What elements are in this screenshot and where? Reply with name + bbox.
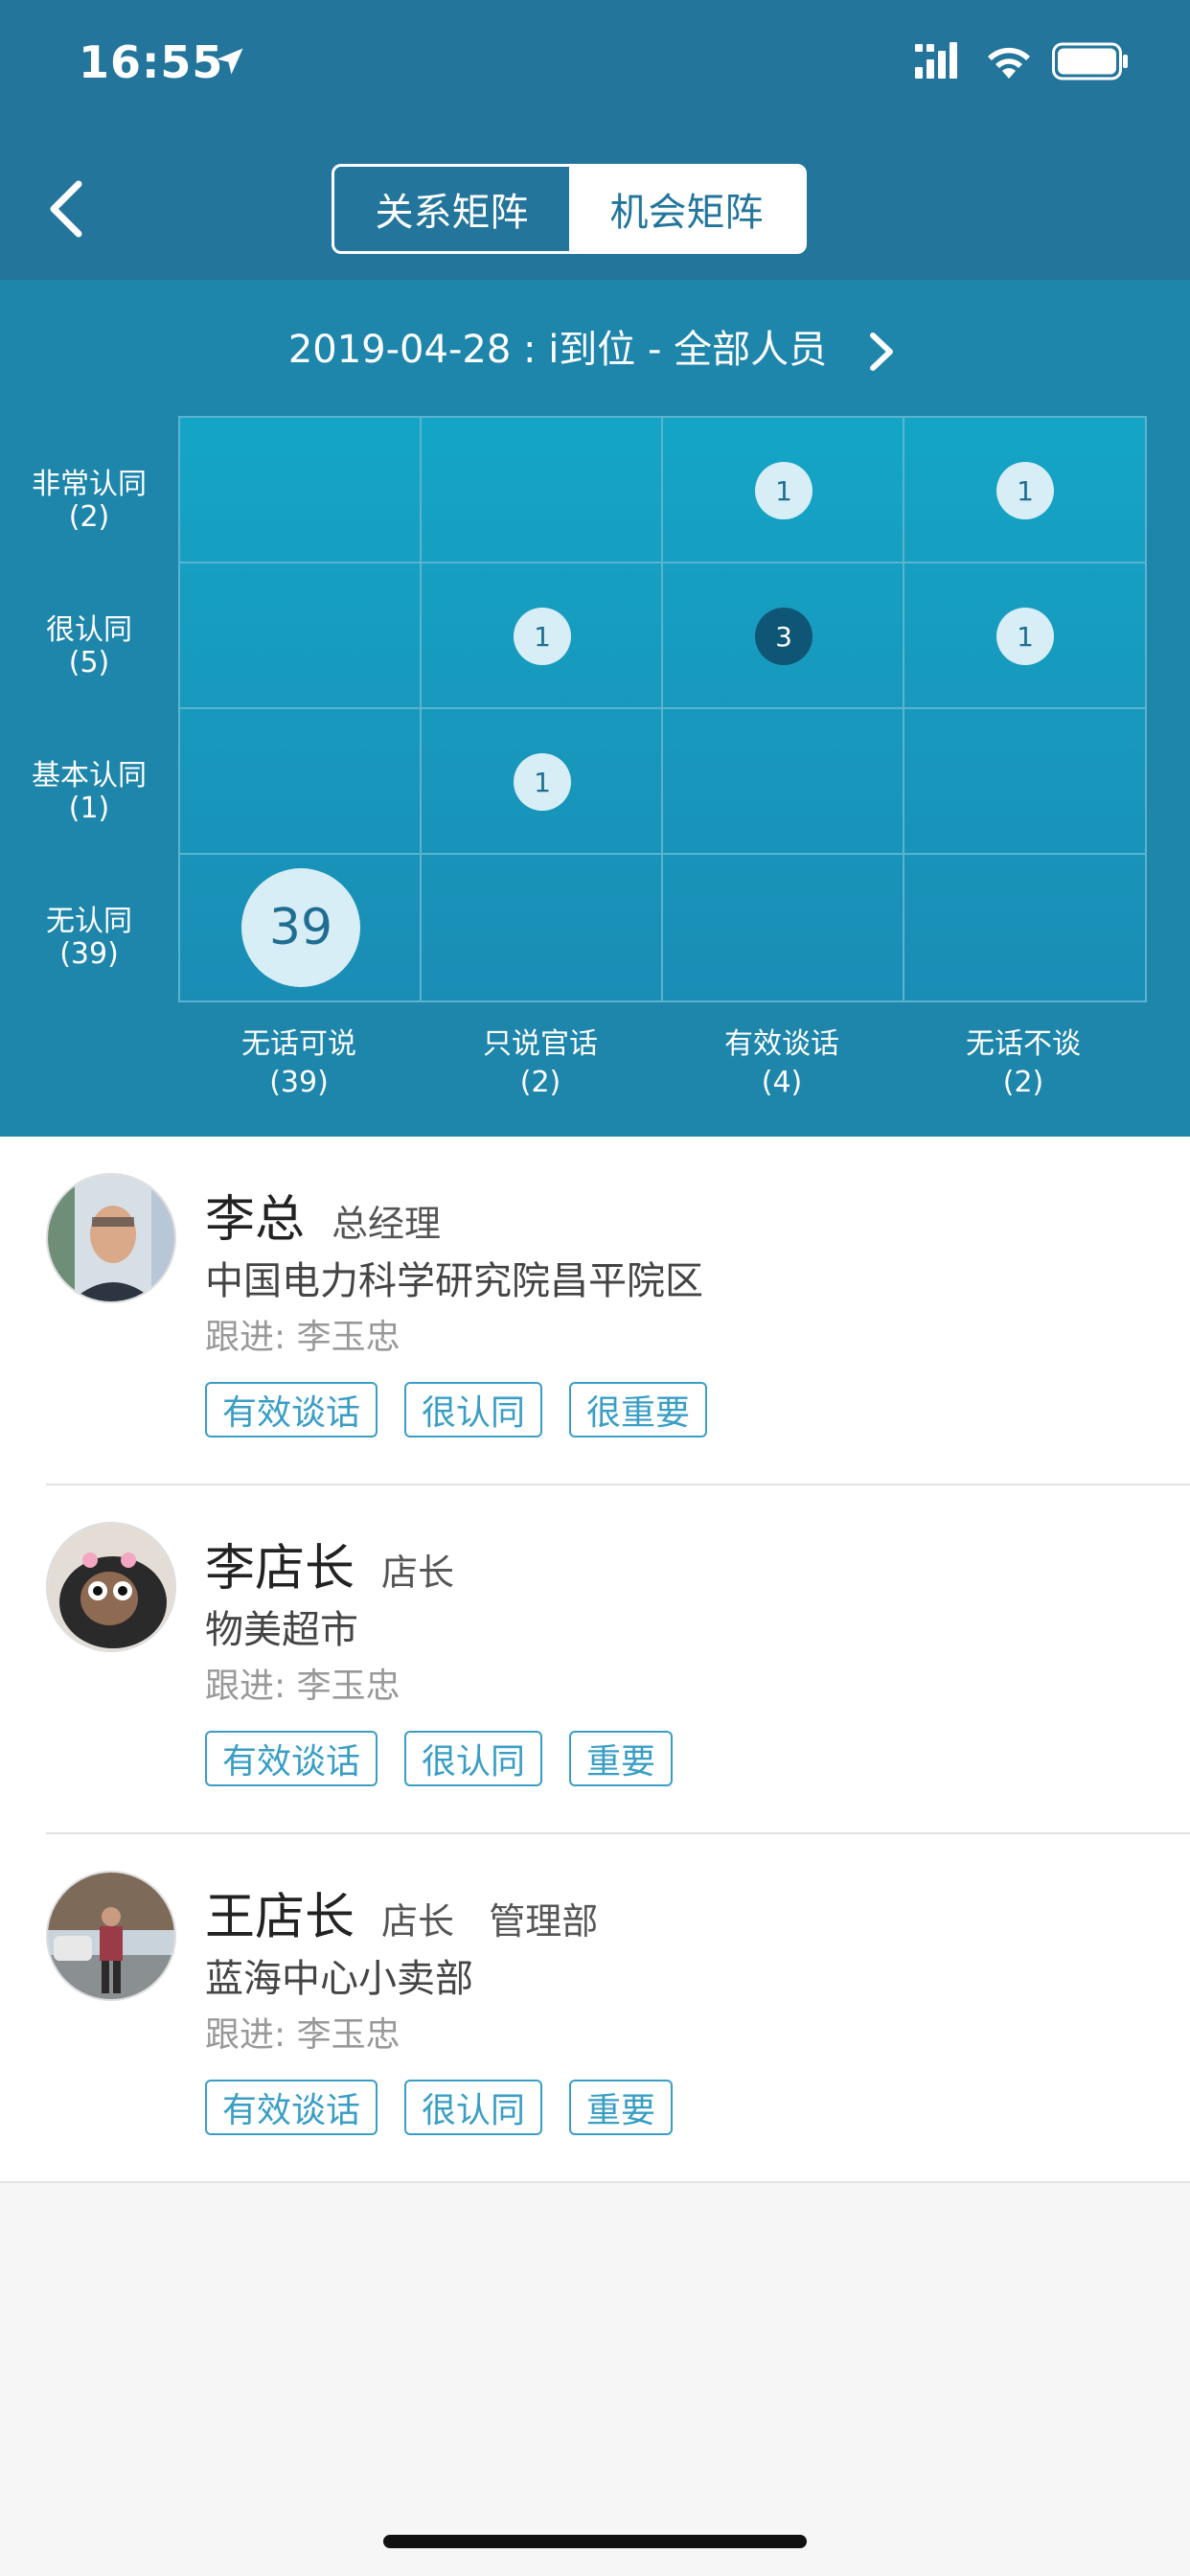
tag[interactable]: 很认同: [404, 2080, 543, 2135]
list-item[interactable]: 李店长 店长 物美超市 跟进: 李玉忠 有效谈话 很认同 重要: [0, 1485, 1190, 1834]
location-arrow-icon: [217, 48, 243, 75]
divider: [0, 2181, 1190, 2183]
column-label-count: (2): [1002, 1066, 1044, 1099]
row-label-count: (2): [68, 500, 110, 534]
status-time: 16:55: [79, 36, 224, 88]
person-photo-icon: [48, 1175, 174, 1301]
tag[interactable]: 很认同: [404, 1731, 543, 1786]
contact-name-row: 李店长 店长: [205, 1528, 454, 1599]
matrix-grid: 1 1 1 3 1 1 39: [178, 416, 1147, 1002]
list-item[interactable]: 王店长 店长 管理部 蓝海中心小卖部 跟进: 李玉忠 有效谈话 很认同 重要: [0, 1834, 1190, 2183]
column-label-text: 无话可说: [241, 1027, 356, 1061]
tab-opportunity-matrix[interactable]: 机会矩阵: [569, 167, 804, 251]
contact-name-row: 李总 总经理: [205, 1179, 441, 1251]
contact-list: 李总 总经理 中国电力科学研究院昌平院区 跟进: 李玉忠 有效谈话 很认同 很重要: [0, 1137, 1190, 2183]
column-label-count: (4): [761, 1066, 803, 1099]
row-label-count: (5): [68, 646, 110, 679]
list-item[interactable]: 李总 总经理 中国电力科学研究院昌平院区 跟进: 李玉忠 有效谈话 很认同 很重要: [0, 1137, 1190, 1485]
matrix-count-bubble[interactable]: 1: [996, 608, 1054, 665]
column-label: 无话可说 (39): [178, 1025, 420, 1102]
person-photo-icon: [48, 1873, 174, 1999]
avatar: [46, 1522, 176, 1652]
contact-title: 店长: [381, 1552, 455, 1594]
matrix-cell: 1: [422, 709, 663, 855]
contact-name-row: 王店长 店长 管理部: [205, 1876, 598, 1948]
tag[interactable]: 有效谈话: [205, 1382, 378, 1438]
column-label: 只说官话 (2): [420, 1025, 661, 1102]
contact-follow-up: 跟进: 李玉忠: [205, 1667, 400, 1706]
battery-icon: [1052, 42, 1128, 80]
row-label-count: (1): [68, 792, 110, 825]
matrix-count-bubble[interactable]: 1: [514, 753, 571, 811]
row-label-text: 非常认同: [32, 468, 147, 501]
matrix-cell: 1: [422, 564, 663, 709]
row-label: 无认同 (39): [0, 906, 178, 971]
status-bar: 16:55: [0, 0, 1190, 125]
row-label: 非常认同 (2): [0, 469, 178, 534]
matrix-count-bubble[interactable]: 3: [755, 608, 812, 665]
matrix-cell: 3: [663, 564, 904, 709]
contact-title: 店长 管理部: [381, 1900, 599, 1943]
matrix-count-bubble[interactable]: 1: [755, 462, 812, 519]
column-label-count: (2): [519, 1066, 561, 1099]
column-label-count: (39): [269, 1066, 329, 1099]
contact-name: 李店长: [205, 1540, 355, 1598]
tab-relationship-matrix[interactable]: 关系矩阵: [334, 167, 569, 251]
contact-company: 中国电力科学研究院昌平院区: [205, 1259, 703, 1303]
matrix-count-bubble[interactable]: 1: [514, 608, 571, 665]
matrix-cell: 1: [663, 418, 904, 564]
matrix-cell: 1: [904, 564, 1146, 709]
date-filter-line[interactable]: 2019-04-28 : i到位 - 全部人员: [0, 318, 1190, 376]
contact-name: 李总: [205, 1191, 306, 1249]
contact-follow-up: 跟进: 李玉忠: [205, 2015, 400, 2055]
matrix-cell: 1: [904, 418, 1146, 564]
matrix-count-bubble[interactable]: 1: [996, 462, 1054, 519]
tag[interactable]: 有效谈话: [205, 1731, 378, 1786]
row-label: 很认同 (5): [0, 614, 178, 679]
row-label-text: 无认同: [46, 905, 132, 938]
contact-tags: 有效谈话 很认同 重要: [205, 1731, 674, 1786]
column-label: 无话不谈 (2): [903, 1025, 1144, 1102]
contact-tags: 有效谈话 很认同 很重要: [205, 1382, 708, 1438]
contact-title: 总经理: [332, 1203, 442, 1245]
column-label-text: 只说官话: [483, 1027, 598, 1061]
matrix-count-bubble[interactable]: 39: [241, 868, 360, 987]
home-indicator[interactable]: [383, 2535, 807, 2548]
header-bar: 16:55 关系矩阵 机会矩阵: [0, 0, 1190, 280]
contact-name: 王店长: [205, 1889, 355, 1946]
contact-company: 蓝海中心小卖部: [205, 1957, 473, 2001]
avatar: [46, 1173, 176, 1303]
contact-follow-up: 跟进: 李玉忠: [205, 1318, 400, 1357]
contact-tags: 有效谈话 很认同 重要: [205, 2080, 674, 2135]
row-label: 基本认同 (1): [0, 760, 178, 825]
cellular-signal-icon: [915, 42, 957, 79]
contact-company: 物美超市: [205, 1608, 358, 1652]
row-label-count: (39): [59, 937, 119, 971]
tag[interactable]: 有效谈话: [205, 2080, 378, 2135]
column-label: 有效谈话 (4): [661, 1025, 903, 1102]
person-photo-icon: [48, 1524, 174, 1650]
column-label-text: 无话不谈: [966, 1027, 1081, 1061]
tag[interactable]: 很重要: [569, 1382, 708, 1438]
avatar: [46, 1871, 176, 2001]
wifi-icon: [988, 47, 1030, 79]
back-chevron-icon[interactable]: [44, 178, 88, 240]
column-label-text: 有效谈话: [724, 1027, 839, 1061]
row-label-text: 基本认同: [32, 759, 147, 793]
row-label-text: 很认同: [46, 613, 132, 647]
tag[interactable]: 重要: [569, 1731, 674, 1786]
date-filter-label: 2019-04-28 : i到位 - 全部人员: [287, 328, 828, 372]
tag[interactable]: 重要: [569, 2080, 674, 2135]
chevron-right-icon[interactable]: [863, 328, 902, 376]
opportunity-matrix-panel: 2019-04-28 : i到位 - 全部人员 非常认同 (2) 很认同 (5)…: [0, 280, 1190, 1137]
matrix-cell: 39: [180, 855, 422, 1000]
matrix-type-segmented-control: 关系矩阵 机会矩阵: [332, 164, 807, 254]
tag[interactable]: 很认同: [404, 1382, 543, 1438]
